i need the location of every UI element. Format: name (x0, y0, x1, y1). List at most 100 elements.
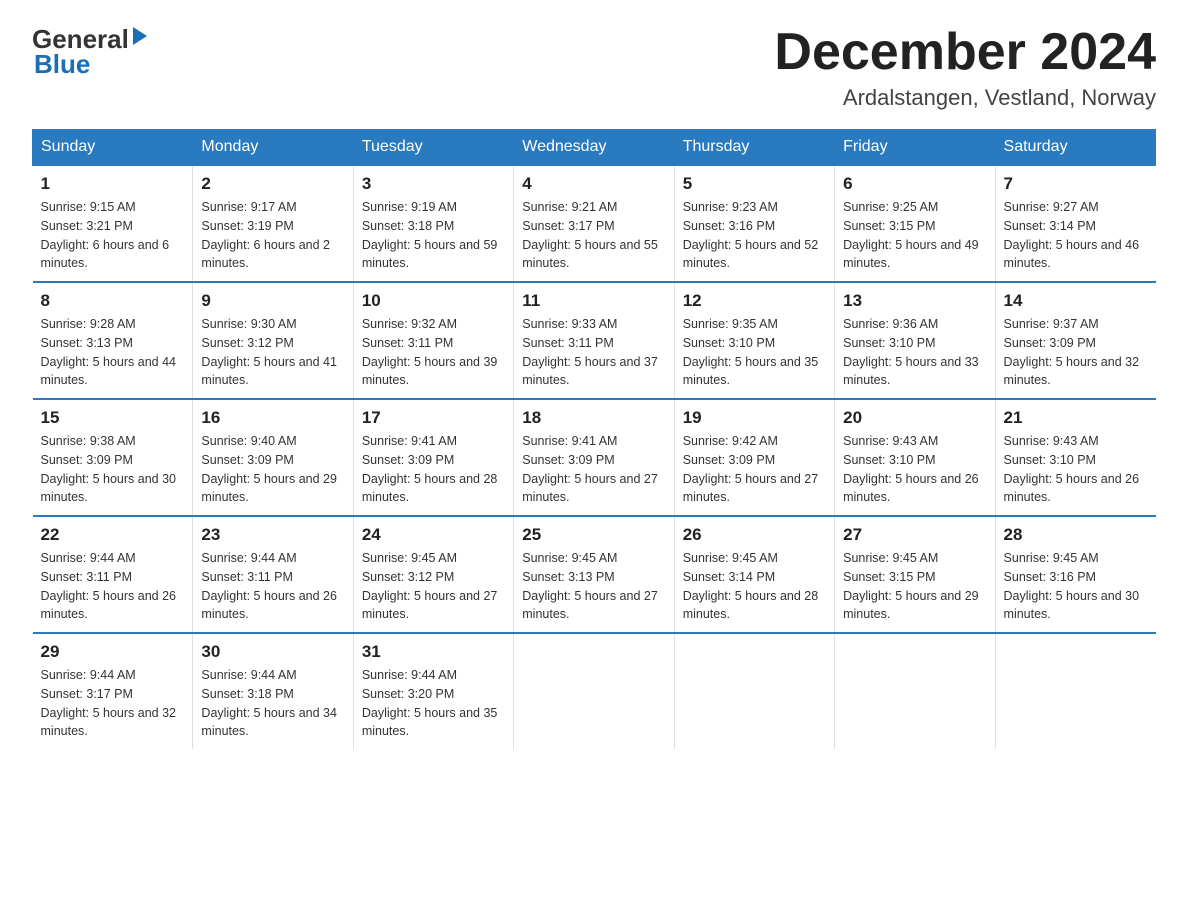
header-right: December 2024 Ardalstangen, Vestland, No… (774, 24, 1156, 111)
day-number: 29 (41, 642, 185, 662)
day-number: 10 (362, 291, 505, 311)
calendar-cell: 17 Sunrise: 9:41 AMSunset: 3:09 PMDaylig… (353, 399, 513, 516)
calendar-header-saturday: Saturday (995, 130, 1155, 166)
calendar-cell: 27 Sunrise: 9:45 AMSunset: 3:15 PMDaylig… (835, 516, 995, 633)
day-number: 12 (683, 291, 826, 311)
month-title: December 2024 (774, 24, 1156, 81)
day-info: Sunrise: 9:45 AMSunset: 3:12 PMDaylight:… (362, 549, 505, 624)
day-number: 3 (362, 174, 505, 194)
calendar-cell: 18 Sunrise: 9:41 AMSunset: 3:09 PMDaylig… (514, 399, 674, 516)
day-info: Sunrise: 9:17 AMSunset: 3:19 PMDaylight:… (201, 198, 344, 273)
day-info: Sunrise: 9:40 AMSunset: 3:09 PMDaylight:… (201, 432, 344, 507)
day-info: Sunrise: 9:45 AMSunset: 3:16 PMDaylight:… (1004, 549, 1148, 624)
day-number: 16 (201, 408, 344, 428)
calendar-cell: 12 Sunrise: 9:35 AMSunset: 3:10 PMDaylig… (674, 282, 834, 399)
day-number: 30 (201, 642, 344, 662)
day-number: 28 (1004, 525, 1148, 545)
calendar-header-wednesday: Wednesday (514, 130, 674, 166)
calendar-cell: 15 Sunrise: 9:38 AMSunset: 3:09 PMDaylig… (33, 399, 193, 516)
calendar-cell (514, 633, 674, 749)
calendar-header-monday: Monday (193, 130, 353, 166)
day-info: Sunrise: 9:44 AMSunset: 3:18 PMDaylight:… (201, 666, 344, 741)
calendar-cell: 21 Sunrise: 9:43 AMSunset: 3:10 PMDaylig… (995, 399, 1155, 516)
calendar-cell: 10 Sunrise: 9:32 AMSunset: 3:11 PMDaylig… (353, 282, 513, 399)
calendar-cell: 23 Sunrise: 9:44 AMSunset: 3:11 PMDaylig… (193, 516, 353, 633)
day-number: 17 (362, 408, 505, 428)
day-number: 2 (201, 174, 344, 194)
calendar-header-row: SundayMondayTuesdayWednesdayThursdayFrid… (33, 130, 1156, 166)
calendar-week-row: 8 Sunrise: 9:28 AMSunset: 3:13 PMDayligh… (33, 282, 1156, 399)
day-number: 27 (843, 525, 986, 545)
day-info: Sunrise: 9:27 AMSunset: 3:14 PMDaylight:… (1004, 198, 1148, 273)
day-number: 11 (522, 291, 665, 311)
day-number: 9 (201, 291, 344, 311)
day-info: Sunrise: 9:41 AMSunset: 3:09 PMDaylight:… (522, 432, 665, 507)
calendar-cell: 16 Sunrise: 9:40 AMSunset: 3:09 PMDaylig… (193, 399, 353, 516)
calendar-cell: 4 Sunrise: 9:21 AMSunset: 3:17 PMDayligh… (514, 165, 674, 282)
calendar-cell: 8 Sunrise: 9:28 AMSunset: 3:13 PMDayligh… (33, 282, 193, 399)
day-number: 8 (41, 291, 185, 311)
logo: General Blue (32, 24, 147, 80)
calendar-cell: 29 Sunrise: 9:44 AMSunset: 3:17 PMDaylig… (33, 633, 193, 749)
calendar-cell: 14 Sunrise: 9:37 AMSunset: 3:09 PMDaylig… (995, 282, 1155, 399)
logo-blue-text: Blue (34, 49, 90, 80)
day-number: 13 (843, 291, 986, 311)
calendar-cell: 30 Sunrise: 9:44 AMSunset: 3:18 PMDaylig… (193, 633, 353, 749)
day-info: Sunrise: 9:37 AMSunset: 3:09 PMDaylight:… (1004, 315, 1148, 390)
day-number: 31 (362, 642, 505, 662)
day-info: Sunrise: 9:25 AMSunset: 3:15 PMDaylight:… (843, 198, 986, 273)
day-number: 21 (1004, 408, 1148, 428)
calendar-cell (995, 633, 1155, 749)
calendar-week-row: 29 Sunrise: 9:44 AMSunset: 3:17 PMDaylig… (33, 633, 1156, 749)
day-number: 14 (1004, 291, 1148, 311)
calendar-cell: 7 Sunrise: 9:27 AMSunset: 3:14 PMDayligh… (995, 165, 1155, 282)
location-title: Ardalstangen, Vestland, Norway (774, 85, 1156, 111)
calendar-header-sunday: Sunday (33, 130, 193, 166)
day-number: 20 (843, 408, 986, 428)
calendar-cell: 1 Sunrise: 9:15 AMSunset: 3:21 PMDayligh… (33, 165, 193, 282)
day-info: Sunrise: 9:35 AMSunset: 3:10 PMDaylight:… (683, 315, 826, 390)
calendar-week-row: 22 Sunrise: 9:44 AMSunset: 3:11 PMDaylig… (33, 516, 1156, 633)
day-number: 18 (522, 408, 665, 428)
page-header: General Blue December 2024 Ardalstangen,… (32, 24, 1156, 111)
day-number: 6 (843, 174, 986, 194)
day-info: Sunrise: 9:43 AMSunset: 3:10 PMDaylight:… (843, 432, 986, 507)
day-info: Sunrise: 9:45 AMSunset: 3:15 PMDaylight:… (843, 549, 986, 624)
day-info: Sunrise: 9:21 AMSunset: 3:17 PMDaylight:… (522, 198, 665, 273)
calendar-cell: 6 Sunrise: 9:25 AMSunset: 3:15 PMDayligh… (835, 165, 995, 282)
calendar-cell: 22 Sunrise: 9:44 AMSunset: 3:11 PMDaylig… (33, 516, 193, 633)
day-number: 23 (201, 525, 344, 545)
calendar-cell: 9 Sunrise: 9:30 AMSunset: 3:12 PMDayligh… (193, 282, 353, 399)
day-info: Sunrise: 9:44 AMSunset: 3:11 PMDaylight:… (201, 549, 344, 624)
day-info: Sunrise: 9:19 AMSunset: 3:18 PMDaylight:… (362, 198, 505, 273)
day-number: 25 (522, 525, 665, 545)
day-number: 4 (522, 174, 665, 194)
day-number: 26 (683, 525, 826, 545)
day-info: Sunrise: 9:28 AMSunset: 3:13 PMDaylight:… (41, 315, 185, 390)
calendar-cell (674, 633, 834, 749)
day-info: Sunrise: 9:32 AMSunset: 3:11 PMDaylight:… (362, 315, 505, 390)
calendar-cell: 26 Sunrise: 9:45 AMSunset: 3:14 PMDaylig… (674, 516, 834, 633)
calendar-cell: 31 Sunrise: 9:44 AMSunset: 3:20 PMDaylig… (353, 633, 513, 749)
calendar-header-tuesday: Tuesday (353, 130, 513, 166)
calendar-cell: 24 Sunrise: 9:45 AMSunset: 3:12 PMDaylig… (353, 516, 513, 633)
day-info: Sunrise: 9:23 AMSunset: 3:16 PMDaylight:… (683, 198, 826, 273)
day-info: Sunrise: 9:44 AMSunset: 3:11 PMDaylight:… (41, 549, 185, 624)
day-info: Sunrise: 9:30 AMSunset: 3:12 PMDaylight:… (201, 315, 344, 390)
day-number: 24 (362, 525, 505, 545)
logo-arrow-icon (133, 27, 147, 45)
day-info: Sunrise: 9:42 AMSunset: 3:09 PMDaylight:… (683, 432, 826, 507)
calendar-cell: 28 Sunrise: 9:45 AMSunset: 3:16 PMDaylig… (995, 516, 1155, 633)
day-info: Sunrise: 9:41 AMSunset: 3:09 PMDaylight:… (362, 432, 505, 507)
day-info: Sunrise: 9:36 AMSunset: 3:10 PMDaylight:… (843, 315, 986, 390)
day-info: Sunrise: 9:15 AMSunset: 3:21 PMDaylight:… (41, 198, 185, 273)
day-number: 19 (683, 408, 826, 428)
calendar-cell: 25 Sunrise: 9:45 AMSunset: 3:13 PMDaylig… (514, 516, 674, 633)
calendar-cell: 19 Sunrise: 9:42 AMSunset: 3:09 PMDaylig… (674, 399, 834, 516)
day-info: Sunrise: 9:44 AMSunset: 3:17 PMDaylight:… (41, 666, 185, 741)
day-info: Sunrise: 9:44 AMSunset: 3:20 PMDaylight:… (362, 666, 505, 741)
calendar-cell: 5 Sunrise: 9:23 AMSunset: 3:16 PMDayligh… (674, 165, 834, 282)
calendar-week-row: 1 Sunrise: 9:15 AMSunset: 3:21 PMDayligh… (33, 165, 1156, 282)
calendar-header-friday: Friday (835, 130, 995, 166)
day-info: Sunrise: 9:45 AMSunset: 3:14 PMDaylight:… (683, 549, 826, 624)
